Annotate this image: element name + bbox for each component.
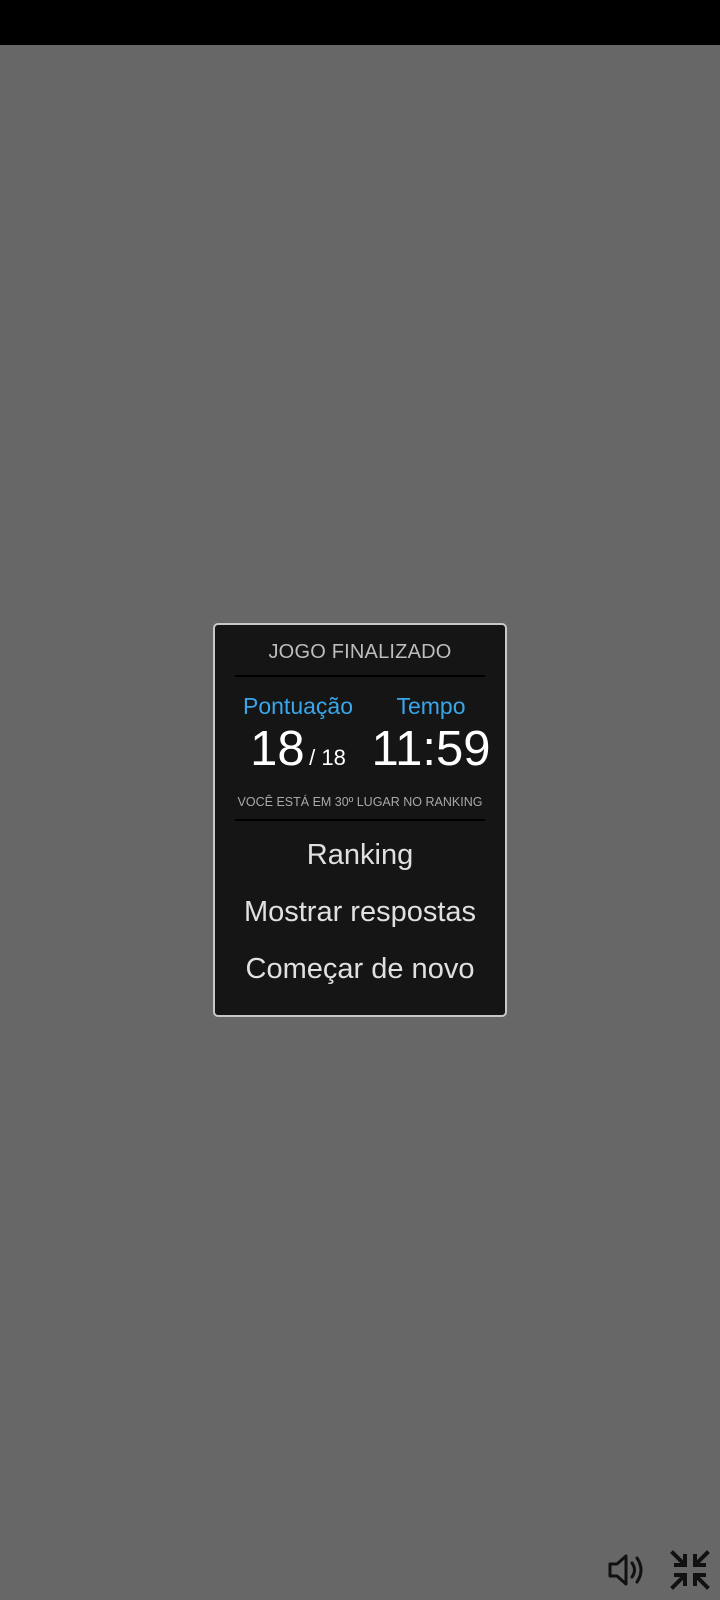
restart-button[interactable]: Começar de novo xyxy=(215,949,505,989)
score-number: 18 xyxy=(250,722,305,776)
status-bar xyxy=(0,0,720,45)
time-label: Tempo xyxy=(396,693,466,719)
time-value: 11:59 xyxy=(371,722,491,776)
speaker-volume-icon xyxy=(608,1554,643,1586)
game-over-dialog: JOGO FINALIZADO Pontuação Tempo 18 / 18 … xyxy=(213,623,507,1017)
ranking-note: VOCÊ ESTÁ EM 30º LUGAR NO RANKING xyxy=(237,795,483,809)
divider xyxy=(235,675,485,677)
divider xyxy=(235,819,485,821)
score-value: 18 / 18 xyxy=(235,721,361,777)
score-total: / 18 xyxy=(309,745,346,770)
score-label: Pontuação xyxy=(243,693,353,719)
exit-fullscreen-button[interactable] xyxy=(668,1548,712,1592)
dialog-title: JOGO FINALIZADO xyxy=(268,641,452,663)
ranking-button[interactable]: Ranking xyxy=(215,835,505,875)
exit-fullscreen-icon xyxy=(670,1550,710,1590)
sound-button[interactable] xyxy=(604,1548,648,1592)
show-answers-button[interactable]: Mostrar respostas xyxy=(215,892,505,932)
